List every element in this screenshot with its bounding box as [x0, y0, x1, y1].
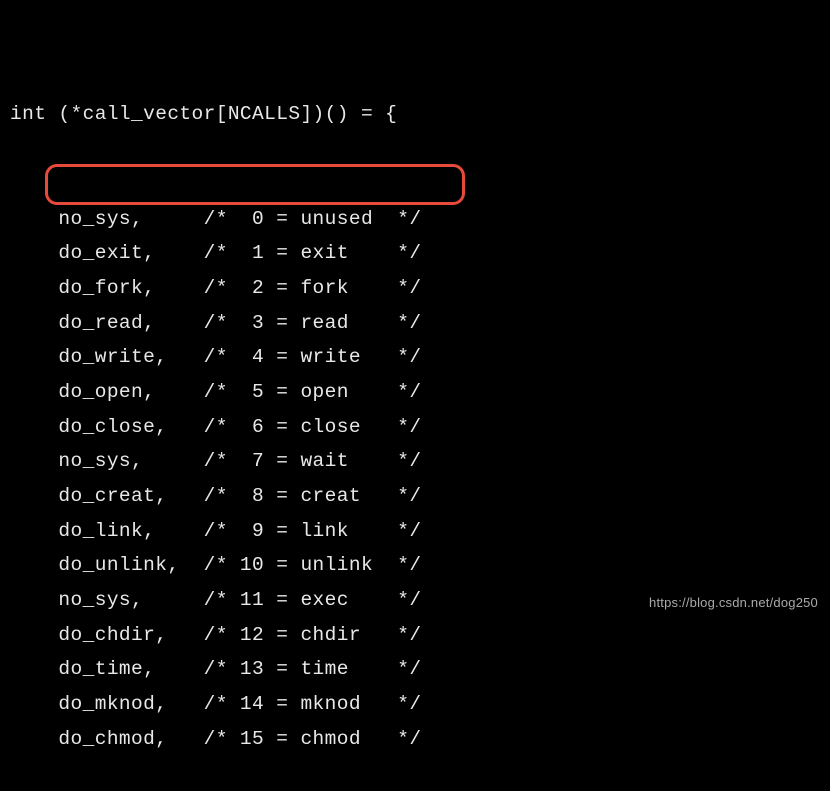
code-line: do_write, /* 4 = write */	[10, 340, 830, 375]
code-line: do_mknod, /* 14 = mknod */	[10, 687, 830, 722]
code-line: do_close, /* 6 = close */	[10, 410, 830, 445]
code-line: do_time, /* 13 = time */	[10, 652, 830, 687]
code-line: do_creat, /* 8 = creat */	[10, 479, 830, 514]
code-line: do_chdir, /* 12 = chdir */	[10, 618, 830, 653]
code-line: do_link, /* 9 = link */	[10, 514, 830, 549]
code-line: do_read, /* 3 = read */	[10, 306, 830, 341]
code-line: do_open, /* 5 = open */	[10, 375, 830, 410]
code-block: int (*call_vector[NCALLS])() = { no_sys,…	[0, 0, 830, 791]
code-line: do_fork, /* 2 = fork */	[10, 271, 830, 306]
watermark-text: https://blog.csdn.net/dog250	[649, 591, 818, 614]
code-line: no_sys, /* 0 = unused */	[10, 202, 830, 237]
code-line: no_sys, /* 7 = wait */	[10, 444, 830, 479]
code-declaration: int (*call_vector[NCALLS])() = {	[10, 97, 830, 132]
code-line: do_unlink, /* 10 = unlink */	[10, 548, 830, 583]
code-line: do_exit, /* 1 = exit */	[10, 236, 830, 271]
code-line: do_chmod, /* 15 = chmod */	[10, 722, 830, 757]
